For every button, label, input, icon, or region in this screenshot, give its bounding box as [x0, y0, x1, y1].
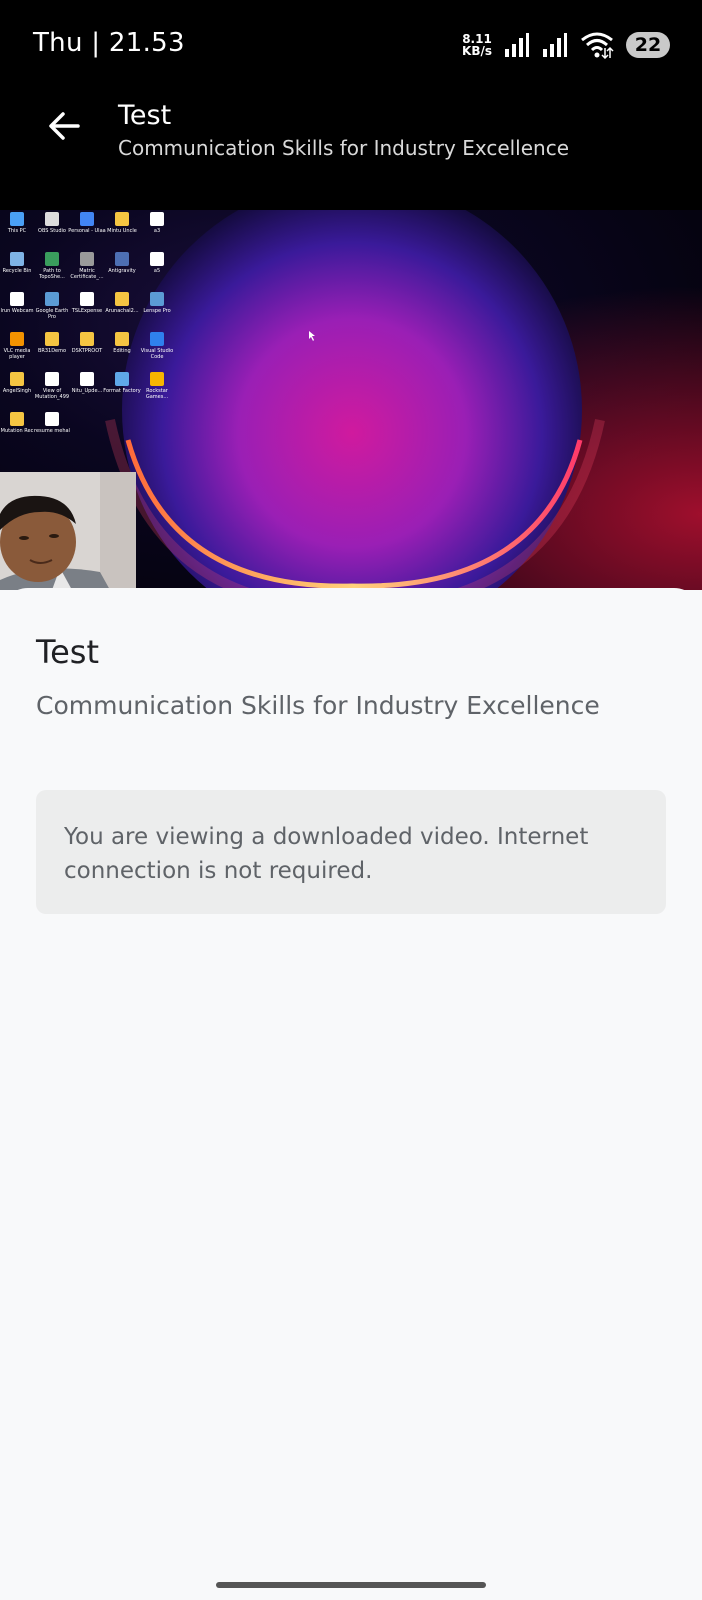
- desktop-icon: Format Factory: [102, 372, 142, 394]
- desktop-icon-label: OBS Studio: [38, 228, 66, 234]
- desktop-icon-glyph: [80, 212, 94, 226]
- top-bar: Thu | 21.53 8.11 KB/s 22 Test Communicat…: [0, 0, 702, 210]
- desktop-icon: Google Earth Pro: [32, 292, 72, 320]
- desktop-icon-label: BR31Demo: [37, 348, 67, 354]
- desktop-icon: Visual Studio Code: [137, 332, 177, 360]
- desktop-icon-glyph: [80, 252, 94, 266]
- desktop-icon-label: Personal - Ulaa: [68, 228, 106, 234]
- desktop-icon-glyph: [115, 292, 129, 306]
- desktop-icon: Mintu Uncle: [102, 212, 142, 234]
- desktop-icon-label: Nitu_Upde...: [71, 388, 103, 394]
- status-icons: 8.11 KB/s 22: [462, 28, 670, 62]
- desktop-icon-glyph: [10, 212, 24, 226]
- desktop-icon: OBS Studio: [32, 212, 72, 234]
- home-indicator[interactable]: [216, 1582, 486, 1588]
- desktop-icon-glyph: [115, 372, 129, 386]
- desktop-icon-label: Antigravity: [108, 268, 136, 274]
- desktop-icon: Arunachal2...: [102, 292, 142, 314]
- desktop-icon-label: Visual Studio Code: [140, 348, 174, 360]
- desktop-icon-label: TSLExpense: [71, 308, 103, 314]
- desktop-icon-glyph: [45, 332, 59, 346]
- webcam-overlay: [0, 472, 136, 590]
- desktop-icon-glyph: [115, 332, 129, 346]
- desktop-icon-label: a3: [153, 228, 161, 234]
- desktop-icon: Personal - Ulaa: [67, 212, 107, 234]
- desktop-icon-label: DSKTPROOT: [71, 348, 103, 354]
- desktop-icon: Rockstar Games...: [137, 372, 177, 400]
- desktop-icon: resume mehal: [32, 412, 72, 434]
- desktop-icon-glyph: [115, 252, 129, 266]
- desktop-icon-glyph: [45, 292, 59, 306]
- desktop-icon-glyph: [10, 372, 24, 386]
- desktop-icon-label: Lenspe Pro: [143, 308, 171, 314]
- signal-icon: [505, 33, 529, 57]
- desktop-icon-label: resume mehal: [34, 428, 70, 434]
- header-title: Test: [118, 100, 172, 131]
- video-player[interactable]: This PC OBS Studio Personal - Ulaa Mintu Un…: [0, 210, 702, 590]
- video-details-sheet: Test Communication Skills for Industry E…: [0, 588, 702, 1600]
- desktop-icon-label: Arunachal2...: [105, 308, 139, 314]
- desktop-icon-glyph: [10, 252, 24, 266]
- desktop-icon-glyph: [115, 212, 129, 226]
- desktop-icon-label: Mintu Uncle: [107, 228, 137, 234]
- video-title: Test: [36, 633, 100, 671]
- desktop-icon-label: Editing: [113, 348, 131, 354]
- desktop-icon-glyph: [10, 332, 24, 346]
- desktop-icon-glyph: [150, 212, 164, 226]
- desktop-icon: Antigravity: [102, 252, 142, 274]
- desktop-icon-glyph: [150, 332, 164, 346]
- desktop-icon: TSLExpense: [67, 292, 107, 314]
- desktop-icon-label: Rockstar Games...: [145, 388, 169, 400]
- desktop-icon-label: Google Earth Pro: [35, 308, 69, 320]
- desktop-icon: a3: [137, 212, 177, 234]
- desktop-icon-label: Matric Certificate_...: [70, 268, 104, 280]
- desktop-icon-glyph: [150, 372, 164, 386]
- offline-notice: You are viewing a downloaded video. Inte…: [36, 790, 666, 914]
- desktop-icon-glyph: [80, 292, 94, 306]
- desktop-icon-glyph: [80, 332, 94, 346]
- course-name: Communication Skills for Industry Excell…: [36, 691, 600, 720]
- desktop-icon-glyph: [150, 252, 164, 266]
- back-arrow-icon[interactable]: [44, 106, 84, 146]
- desktop-icon-glyph: [45, 252, 59, 266]
- desktop-icon-glyph: [45, 412, 59, 426]
- desktop-icon: Lenspe Pro: [137, 292, 177, 314]
- offline-notice-text: You are viewing a downloaded video. Inte…: [64, 824, 589, 884]
- desktop-icon: DSKTPROOT: [67, 332, 107, 354]
- desktop-icon-glyph: [150, 292, 164, 306]
- header-subtitle: Communication Skills for Industry Excell…: [118, 136, 570, 160]
- network-speed-unit: KB/s: [462, 44, 492, 58]
- network-speed: 8.11 KB/s: [462, 33, 492, 57]
- desktop-icon-label: Format Factory: [103, 388, 141, 394]
- desktop-icon-glyph: [10, 412, 24, 426]
- desktop-icon-glyph: [45, 212, 59, 226]
- battery-indicator: 22: [626, 32, 670, 58]
- desktop-icon-glyph: [45, 372, 59, 386]
- desktop-icon-label: View of Mutation_499: [34, 388, 70, 400]
- desktop-icon: a5: [137, 252, 177, 274]
- desktop-icon: Editing: [102, 332, 142, 354]
- desktop-icon-glyph: [10, 292, 24, 306]
- status-time: Thu | 21.53: [33, 28, 185, 58]
- desktop-icon-label: Path to TopoShe...: [39, 268, 65, 280]
- desktop-icon: Nitu_Upde...: [67, 372, 107, 394]
- desktop-icon: Path to TopoShe...: [32, 252, 72, 280]
- desktop-icon: View of Mutation_499: [32, 372, 72, 400]
- webcam-person: [0, 472, 136, 590]
- signal-icon: [543, 33, 567, 57]
- desktop-icon-glyph: [80, 372, 94, 386]
- desktop-icon: Matric Certificate_...: [67, 252, 107, 280]
- wifi-icon: [581, 32, 614, 59]
- desktop-icon: BR31Demo: [32, 332, 72, 354]
- desktop-icon-label: a5: [153, 268, 161, 274]
